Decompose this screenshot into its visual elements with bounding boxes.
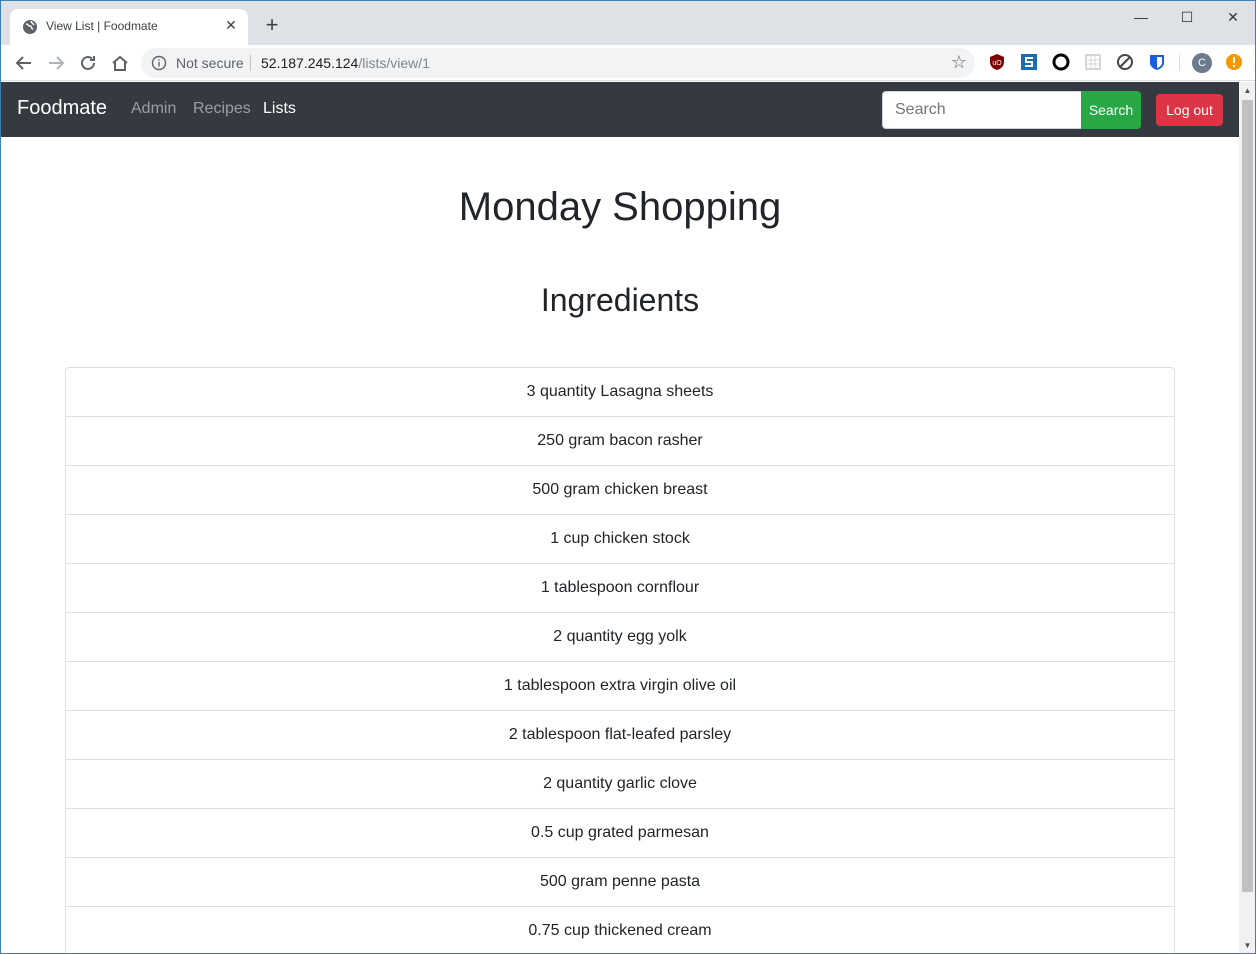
profile-initial: C xyxy=(1198,57,1206,69)
url-path: /lists/view/1 xyxy=(358,55,430,71)
close-window-icon[interactable]: ✕ xyxy=(1210,7,1255,27)
scroll-up-icon[interactable]: ▲ xyxy=(1239,82,1255,99)
bookmark-star-icon[interactable]: ☆ xyxy=(951,52,967,73)
browser-window: View List | Foodmate ✕ + — ☐ ✕ Not secur… xyxy=(0,0,1256,954)
ingredient-item: 0.5 cup grated parmesan xyxy=(66,809,1174,858)
url-text[interactable]: 52.187.245.124/lists/view/1 xyxy=(261,55,430,71)
search-button[interactable]: Search xyxy=(1081,91,1141,129)
page-title: Monday Shopping xyxy=(458,185,782,229)
forward-arrow-icon[interactable] xyxy=(45,52,67,74)
page-viewport: Foodmate Admin Recipes Lists Search Log … xyxy=(1,82,1239,953)
close-tab-icon[interactable]: ✕ xyxy=(222,16,240,34)
info-icon[interactable] xyxy=(151,55,167,71)
ingredient-item: 0.75 cup thickened cream xyxy=(66,907,1174,953)
not-secure-label: Not secure xyxy=(176,55,244,71)
maximize-icon[interactable]: ☐ xyxy=(1164,7,1210,27)
tab-strip: View List | Foodmate ✕ + — ☐ ✕ xyxy=(1,1,1255,45)
update-alert-icon[interactable] xyxy=(1225,53,1243,71)
nav-link-admin[interactable]: Admin xyxy=(131,100,176,118)
ingredient-item: 1 cup chicken stock xyxy=(66,515,1174,564)
bitwarden-extension-icon[interactable] xyxy=(1148,53,1166,71)
ingredient-item: 2 quantity egg yolk xyxy=(66,613,1174,662)
svg-text:uO: uO xyxy=(992,60,1002,67)
home-icon[interactable] xyxy=(109,52,131,74)
logout-button[interactable]: Log out xyxy=(1156,94,1223,126)
ingredient-item: 3 quantity Lasagna sheets xyxy=(66,368,1174,417)
browser-tab[interactable]: View List | Foodmate ✕ xyxy=(10,9,248,45)
ingredients-heading: Ingredients xyxy=(540,282,700,318)
scroll-thumb[interactable] xyxy=(1242,100,1253,892)
profile-avatar[interactable]: C xyxy=(1192,53,1212,73)
brand-link[interactable]: Foodmate xyxy=(17,97,107,120)
nav-link-lists[interactable]: Lists xyxy=(263,100,296,118)
address-bar[interactable]: Not secure 52.187.245.124/lists/view/1 ☆ xyxy=(141,48,975,78)
scrollbar[interactable]: ▲ ▼ xyxy=(1239,82,1255,953)
ingredient-item: 250 gram bacon rasher xyxy=(66,417,1174,466)
ingredient-item: 500 gram chicken breast xyxy=(66,466,1174,515)
nav-link-recipes[interactable]: Recipes xyxy=(193,100,251,118)
circle-extension-icon[interactable] xyxy=(1052,53,1070,71)
new-tab-button[interactable]: + xyxy=(261,14,283,37)
minimize-icon[interactable]: — xyxy=(1118,7,1164,27)
ingredient-item: 1 tablespoon cornflour xyxy=(66,564,1174,613)
s-extension-icon[interactable] xyxy=(1020,53,1038,71)
url-host: 52.187.245.124 xyxy=(261,55,359,71)
browser-toolbar: Not secure 52.187.245.124/lists/view/1 ☆… xyxy=(1,45,1255,81)
site-navbar: Foodmate Admin Recipes Lists Search Log … xyxy=(1,82,1239,137)
scroll-down-icon[interactable]: ▼ xyxy=(1239,937,1255,953)
ingredient-item: 2 tablespoon flat-leafed parsley xyxy=(66,711,1174,760)
ingredient-item: 2 quantity garlic clove xyxy=(66,760,1174,809)
ingredient-item: 500 gram penne pasta xyxy=(66,858,1174,907)
divider xyxy=(250,55,251,71)
toolbar-divider xyxy=(1179,55,1180,71)
globe-icon xyxy=(23,20,37,34)
grid-extension-icon[interactable] xyxy=(1084,53,1102,71)
tab-title: View List | Foodmate xyxy=(46,19,158,33)
no-tracking-extension-icon[interactable] xyxy=(1116,53,1134,71)
ingredient-item: 1 tablespoon extra virgin olive oil xyxy=(66,662,1174,711)
ublock-extension-icon[interactable]: uO xyxy=(988,53,1006,71)
back-arrow-icon[interactable] xyxy=(13,52,35,74)
search-input[interactable] xyxy=(882,91,1082,129)
reload-icon[interactable] xyxy=(77,52,99,74)
ingredient-list: 3 quantity Lasagna sheets 250 gram bacon … xyxy=(65,367,1175,953)
